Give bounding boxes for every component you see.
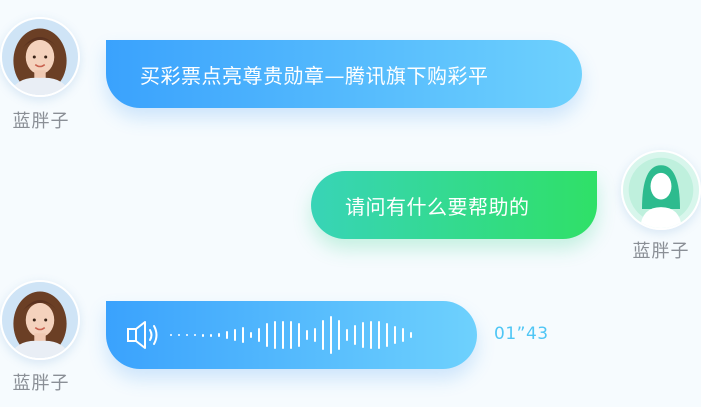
waveform-bar (314, 328, 316, 342)
waveform-bar (410, 332, 412, 338)
person-silhouette-avatar-icon (623, 152, 699, 228)
chat-panel: 蓝胖子 买彩票点亮尊贵勋章—腾讯旗下购彩平 请问有什么要帮助的 蓝胖子 蓝胖子 … (0, 0, 701, 407)
waveform-bar (226, 331, 228, 339)
sender-name: 蓝胖子 (632, 241, 690, 262)
waveform-bar (386, 323, 388, 347)
waveform-bar (194, 334, 196, 336)
waveform-bar (178, 334, 180, 336)
waveform-bar (274, 321, 276, 349)
waveform-bar (218, 333, 220, 337)
message-text: 请问有什么要帮助的 (345, 194, 530, 219)
speaker-icon (127, 321, 158, 349)
waveform-bar (186, 334, 188, 336)
sender-avatar-photo[interactable] (0, 17, 80, 97)
user-photo-avatar-icon (2, 282, 78, 358)
sender-avatar-placeholder[interactable] (621, 150, 701, 230)
waveform-bar (402, 328, 404, 342)
sender-name: 蓝胖子 (12, 111, 70, 132)
waveform-bar (250, 332, 252, 338)
waveform-bar (394, 326, 396, 344)
voice-waveform (170, 315, 412, 355)
waveform-bar (290, 321, 292, 349)
waveform-bar (346, 329, 348, 341)
waveform-bar (242, 327, 244, 343)
waveform-bar (266, 323, 268, 347)
waveform-bar (338, 320, 340, 350)
waveform-bar (234, 329, 236, 341)
waveform-bar (378, 321, 380, 349)
waveform-bar (282, 321, 284, 349)
waveform-bar (370, 321, 372, 349)
waveform-bar (362, 322, 364, 348)
voice-message-bubble[interactable] (106, 301, 477, 369)
user-photo-avatar-icon (2, 19, 78, 95)
waveform-bar (210, 333, 212, 337)
waveform-bar (258, 328, 260, 342)
waveform-bar (202, 333, 204, 337)
waveform-bar (330, 316, 332, 354)
sender-avatar-photo[interactable] (0, 280, 80, 360)
message-text: 买彩票点亮尊贵勋章—腾讯旗下购彩平 (140, 63, 489, 88)
waveform-bar (306, 330, 308, 340)
waveform-bar (322, 320, 324, 350)
sender-name: 蓝胖子 (12, 373, 70, 394)
voice-duration: 01”43 (494, 324, 549, 344)
message-bubble-text[interactable]: 请问有什么要帮助的 (311, 171, 597, 239)
waveform-bar (170, 334, 172, 336)
message-bubble-text[interactable]: 买彩票点亮尊贵勋章—腾讯旗下购彩平 (106, 40, 582, 108)
waveform-bar (354, 325, 356, 345)
waveform-bar (298, 323, 300, 347)
